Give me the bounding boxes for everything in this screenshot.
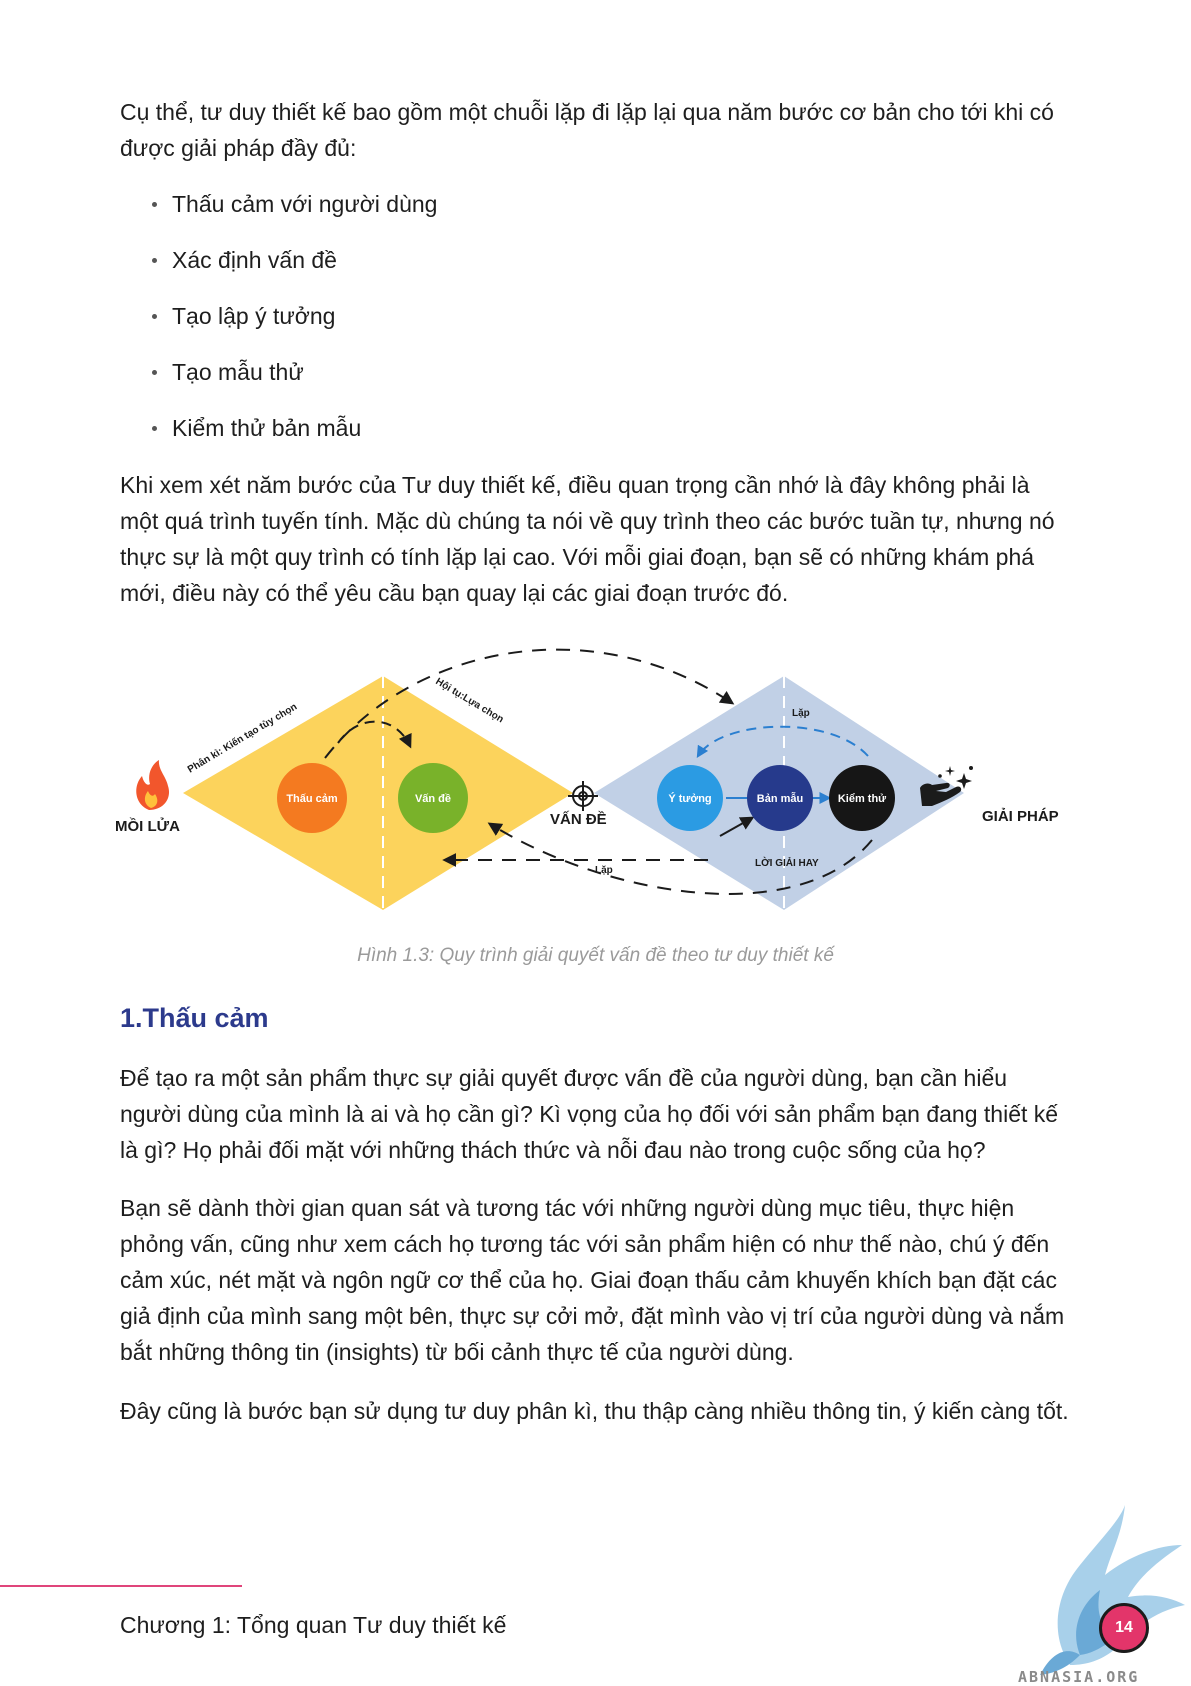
loop-label-top: Lặp [792, 708, 810, 719]
list-item: Xác định vấn đề [150, 242, 437, 298]
svg-text:Ý tưởng: Ý tưởng [668, 792, 711, 805]
node-ideate: Ý tưởng [657, 765, 723, 831]
design-thinking-diagram: Thấu cảm Vấn đề Ý tưởng Bản mẫu Kiểm thử… [115, 648, 1059, 910]
empathize-paragraph-1: Để tạo ra một sản phẩm thực sự giải quyế… [120, 1065, 1059, 1163]
start-label: MỒI LỬA [115, 817, 180, 835]
svg-text:Thấu cảm: Thấu cảm [286, 793, 338, 805]
steps-list: Thấu cảm với người dùng Xác định vấn đề … [150, 186, 437, 466]
svg-text:Vấn đề: Vấn đề [415, 793, 451, 805]
list-item: Tạo mẫu thử [150, 354, 437, 410]
nonlinear-paragraph: Khi xem xét năm bước của Tư duy thiết kế… [120, 472, 1055, 606]
winged-logo-icon [1040, 1505, 1185, 1675]
footer-divider [0, 1585, 242, 1587]
list-item: Thấu cảm với người dùng [150, 186, 437, 242]
page-number-badge: 14 [1099, 1603, 1149, 1653]
answer-label: LỜI GIẢI HAY [755, 856, 819, 869]
list-item: Tạo lập ý tưởng [150, 298, 437, 354]
fire-icon [136, 760, 170, 810]
diverge-converge-diamond-left [183, 676, 573, 910]
node-prototype: Bản mẫu [747, 765, 813, 831]
svg-text:Kiểm thử: Kiểm thử [838, 793, 886, 805]
figure-caption: Hình 1.3: Quy trình giải quyết vấn đề th… [357, 945, 834, 966]
node-test: Kiểm thử [829, 765, 895, 831]
solution-label: GIẢI PHÁP [982, 808, 1059, 825]
watermark: ABNASIA.ORG [1018, 1668, 1140, 1686]
list-item: Kiểm thử bản mẫu [150, 410, 437, 466]
loop-label-bottom: Lặp [595, 865, 613, 876]
node-empathize: Thấu cảm [277, 763, 347, 833]
intro-paragraph: Cụ thể, tư duy thiết kế bao gồm một chuỗ… [120, 99, 1054, 161]
chapter-footer: Chương 1: Tổng quan Tư duy thiết kế [120, 1612, 507, 1638]
section-heading: 1.Thấu cảm [120, 1003, 269, 1033]
target-icon [568, 781, 598, 811]
empathize-paragraph-3: Đây cũng là bước bạn sử dụng tư duy phân… [120, 1398, 1069, 1424]
problem-label: VẤN ĐỀ [550, 811, 607, 828]
empathize-paragraph-2: Bạn sẽ dành thời gian quan sát và tương … [120, 1195, 1065, 1365]
node-define: Vấn đề [398, 763, 468, 833]
svg-text:Bản mẫu: Bản mẫu [757, 792, 803, 805]
